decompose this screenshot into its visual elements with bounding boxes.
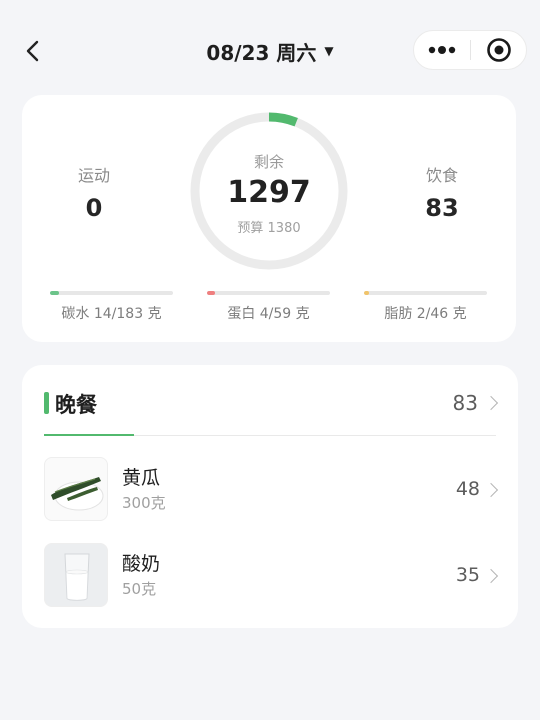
exercise-value: 0 bbox=[85, 194, 103, 222]
fat-macro: 脂肪 2/46 克 bbox=[364, 291, 487, 323]
carbs-macro: 碳水 14/183 克 bbox=[50, 291, 173, 323]
remaining-ring: 剩余 1297 预算 1380 bbox=[189, 111, 349, 271]
calorie-summary-card: 运动 0 剩余 1297 预算 1380 饮食 83 碳水 14/183 克 蛋… bbox=[22, 95, 516, 342]
cucumber-thumbnail bbox=[44, 457, 108, 521]
more-button[interactable] bbox=[414, 31, 470, 69]
chevron-left-icon bbox=[26, 40, 39, 62]
food-name: 酸奶 bbox=[122, 553, 161, 575]
yogurt-thumbnail bbox=[44, 543, 108, 607]
food-calories: 35 bbox=[455, 564, 480, 586]
food-name: 黄瓜 bbox=[122, 467, 161, 489]
close-program-button[interactable] bbox=[471, 31, 526, 69]
meal-accent-bar bbox=[44, 392, 49, 414]
food-quantity: 300克 bbox=[122, 494, 166, 512]
food-item-cucumber[interactable]: 黄瓜 300克 48 bbox=[22, 455, 518, 527]
protein-label: 蛋白 4/59 克 bbox=[227, 306, 310, 322]
budget-text: 预算 1380 bbox=[237, 221, 301, 236]
chevron-right-icon bbox=[483, 395, 499, 411]
carbs-label: 碳水 14/183 克 bbox=[61, 306, 162, 322]
meal-tab-indicator bbox=[44, 434, 134, 436]
target-icon bbox=[486, 38, 511, 62]
caret-down-icon[interactable]: ▼ bbox=[324, 44, 333, 58]
carbs-fill bbox=[50, 291, 60, 295]
food-item-yogurt[interactable]: 酸奶 50克 35 bbox=[22, 541, 518, 613]
remaining-label: 剩余 bbox=[253, 153, 284, 171]
diet-value: 83 bbox=[425, 194, 459, 222]
diet-stat: 饮食 83 bbox=[402, 162, 482, 222]
protein-track bbox=[207, 291, 330, 295]
exercise-label: 运动 bbox=[77, 166, 110, 185]
fat-track bbox=[364, 291, 487, 295]
date-picker-label[interactable]: 08/23 周六 bbox=[206, 37, 316, 66]
food-quantity: 50克 bbox=[122, 580, 157, 598]
more-dots-icon bbox=[428, 46, 456, 54]
meal-total-calories: 83 bbox=[452, 391, 478, 415]
dinner-header[interactable]: 晚餐 83 bbox=[22, 365, 518, 437]
chevron-right-icon bbox=[483, 482, 499, 498]
fat-fill bbox=[364, 291, 370, 295]
protein-macro: 蛋白 4/59 克 bbox=[207, 291, 330, 323]
remaining-value: 1297 bbox=[227, 175, 311, 210]
mini-program-capsule bbox=[413, 30, 527, 70]
fat-label: 脂肪 2/46 克 bbox=[384, 306, 467, 322]
exercise-stat: 运动 0 bbox=[54, 162, 134, 222]
dinner-card: 晚餐 83 黄瓜 300克 48 酸奶 50克 35 bbox=[22, 365, 518, 628]
protein-fill bbox=[207, 291, 216, 295]
food-calories: 48 bbox=[455, 478, 480, 500]
chevron-right-icon bbox=[483, 568, 499, 584]
carbs-track bbox=[50, 291, 173, 295]
meal-title: 晚餐 bbox=[55, 393, 97, 417]
diet-label: 饮食 bbox=[425, 166, 458, 185]
back-button[interactable] bbox=[18, 34, 48, 68]
